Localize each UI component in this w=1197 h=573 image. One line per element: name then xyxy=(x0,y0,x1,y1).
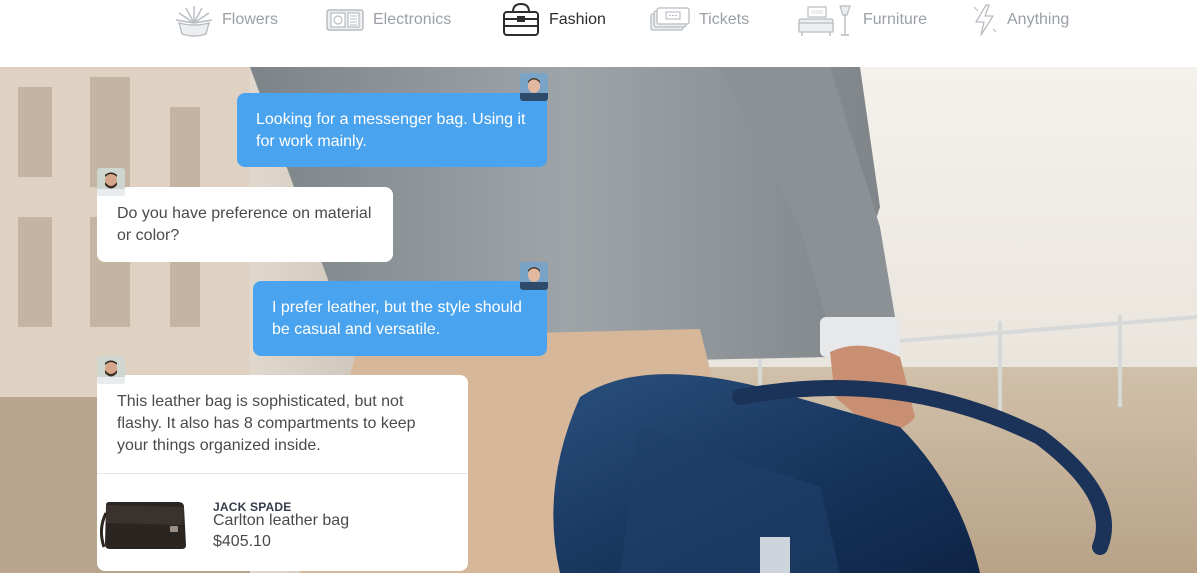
chat-message-agent: Do you have preference on material or co… xyxy=(97,187,393,262)
message-text: Looking for a messenger bag. Using it fo… xyxy=(256,111,526,150)
nav-item-electronics[interactable]: Electronics xyxy=(326,0,451,40)
fashion-bag-icon xyxy=(502,3,540,37)
nav-label: Flowers xyxy=(222,11,279,28)
chat-message-agent-with-product: This leather bag is sophisticated, but n… xyxy=(97,375,468,571)
product-price: $405.10 xyxy=(213,533,271,550)
agent-avatar xyxy=(97,356,125,384)
flowers-icon xyxy=(175,3,213,37)
tickets-icon xyxy=(650,7,690,33)
furniture-icon xyxy=(798,3,854,37)
nav-label: Electronics xyxy=(373,11,452,28)
message-text: I prefer leather, but the style should b… xyxy=(272,299,522,338)
message-text: This leather bag is sophisticated, but n… xyxy=(117,393,416,454)
nav-item-flowers[interactable]: Flowers xyxy=(175,0,278,40)
product-card[interactable]: JACK SPADE Carlton leather bag $405.10 xyxy=(97,474,468,571)
nav-label: Anything xyxy=(1007,11,1070,28)
electronics-icon xyxy=(326,7,364,33)
lightning-icon xyxy=(972,3,998,37)
category-nav: Flowers Electronics Fashion Tickets Furn… xyxy=(0,0,1197,67)
message-text: Do you have preference on material or co… xyxy=(117,205,372,244)
chat-message-user: Looking for a messenger bag. Using it fo… xyxy=(237,93,547,167)
nav-label: Tickets xyxy=(699,11,750,28)
nav-item-anything[interactable]: Anything xyxy=(972,0,1069,40)
product-image xyxy=(99,499,188,560)
nav-item-furniture[interactable]: Furniture xyxy=(798,0,927,40)
user-avatar xyxy=(520,262,548,290)
user-avatar xyxy=(520,73,548,101)
nav-item-fashion[interactable]: Fashion xyxy=(502,0,606,40)
nav-label: Fashion xyxy=(549,11,606,28)
hero-background-photo: Looking for a messenger bag. Using it fo… xyxy=(0,67,1197,573)
agent-avatar xyxy=(97,168,125,196)
nav-label: Furniture xyxy=(863,11,928,28)
product-name[interactable]: Carlton leather bag xyxy=(213,511,349,531)
chat-message-user: I prefer leather, but the style should b… xyxy=(253,281,547,356)
nav-item-tickets[interactable]: Tickets xyxy=(650,0,749,40)
